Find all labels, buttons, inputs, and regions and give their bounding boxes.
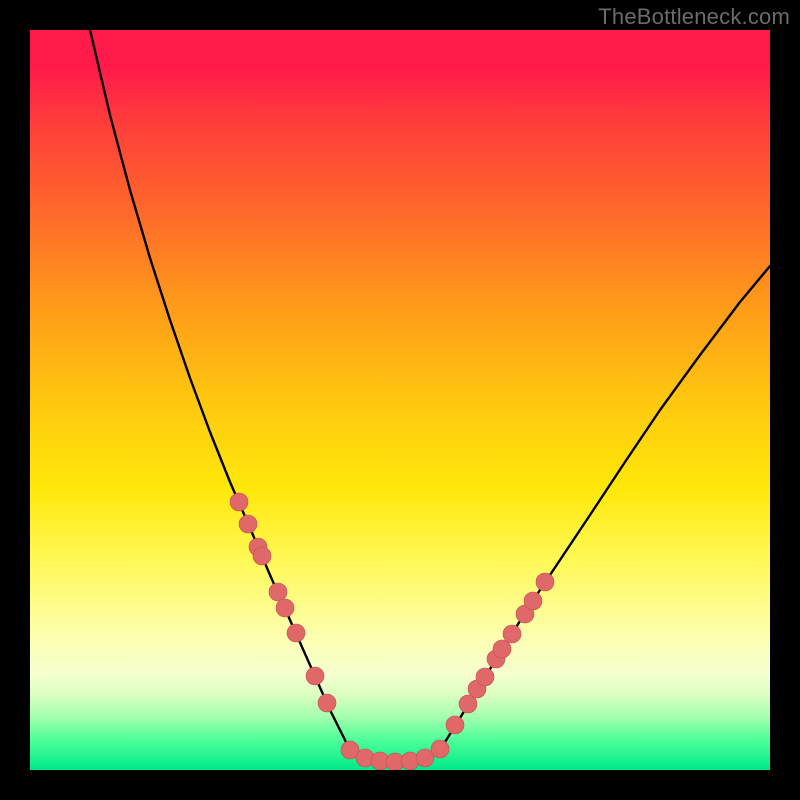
sample-marker (269, 583, 287, 601)
watermark-text: TheBottleneck.com (598, 4, 790, 30)
sample-marker (287, 624, 305, 642)
sample-marker (431, 740, 449, 758)
sample-marker (306, 667, 324, 685)
sample-marker-group (230, 493, 554, 770)
sample-marker (253, 547, 271, 565)
sample-marker (239, 515, 257, 533)
sample-marker (446, 716, 464, 734)
sample-marker (503, 625, 521, 643)
sample-marker (476, 668, 494, 686)
chart-frame: TheBottleneck.com (0, 0, 800, 800)
chart-svg (30, 30, 770, 770)
sample-marker (318, 694, 336, 712)
sample-marker (536, 573, 554, 591)
sample-marker (276, 599, 294, 617)
plot-area (30, 30, 770, 770)
sample-marker (230, 493, 248, 511)
v-curve (90, 30, 770, 762)
sample-marker (493, 640, 511, 658)
sample-marker (524, 592, 542, 610)
